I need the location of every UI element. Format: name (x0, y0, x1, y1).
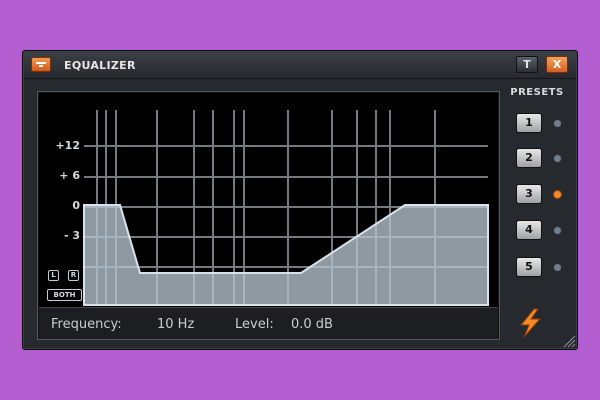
channel-left-toggle[interactable]: L (48, 270, 59, 281)
preset-button-3[interactable]: 3 (516, 184, 542, 204)
presets-title: PRESETS (510, 87, 564, 98)
level-value: 0.0 dB (291, 317, 333, 332)
eq-graph[interactable] (38, 92, 501, 307)
equalizer-window: EQUALIZER T X +12 + 6 0 - 3 L R BOTH Fre… (22, 50, 578, 350)
level-label: Level: (235, 317, 274, 332)
channel-both-toggle[interactable]: BOTH (47, 289, 82, 301)
status-bar: Frequency: 10 Hz Level: 0.0 dB (39, 307, 498, 339)
resize-grip-icon[interactable] (562, 334, 576, 348)
preset-indicator-5 (553, 263, 562, 272)
preset-button-2[interactable]: 2 (516, 148, 542, 168)
pin-button[interactable]: T (516, 56, 538, 73)
y-label-zero: 0 (72, 199, 80, 212)
eq-display: +12 + 6 0 - 3 L R BOTH Frequency: 10 Hz … (37, 91, 500, 340)
y-label-plus6: + 6 (59, 169, 80, 182)
preset-button-4[interactable]: 4 (516, 220, 542, 240)
y-label-minus3: - 3 (63, 229, 80, 242)
frequency-label: Frequency: (51, 317, 122, 332)
preset-indicator-4 (553, 226, 562, 235)
close-button[interactable]: X (546, 56, 568, 73)
frequency-value: 10 Hz (157, 317, 195, 332)
title-bar[interactable]: EQUALIZER T X (24, 52, 576, 79)
preset-button-1[interactable]: 1 (516, 113, 542, 133)
eq-curve (83, 204, 489, 306)
app-menu-icon[interactable] (31, 57, 51, 72)
preset-indicator-3 (553, 190, 562, 199)
y-label-plus12: +12 (55, 139, 80, 152)
channel-right-toggle[interactable]: R (68, 270, 79, 281)
preset-indicator-1 (553, 119, 562, 128)
preset-indicator-2 (553, 154, 562, 163)
lightning-icon[interactable] (516, 308, 544, 338)
preset-button-5[interactable]: 5 (516, 257, 542, 277)
window-title: EQUALIZER (64, 59, 136, 72)
